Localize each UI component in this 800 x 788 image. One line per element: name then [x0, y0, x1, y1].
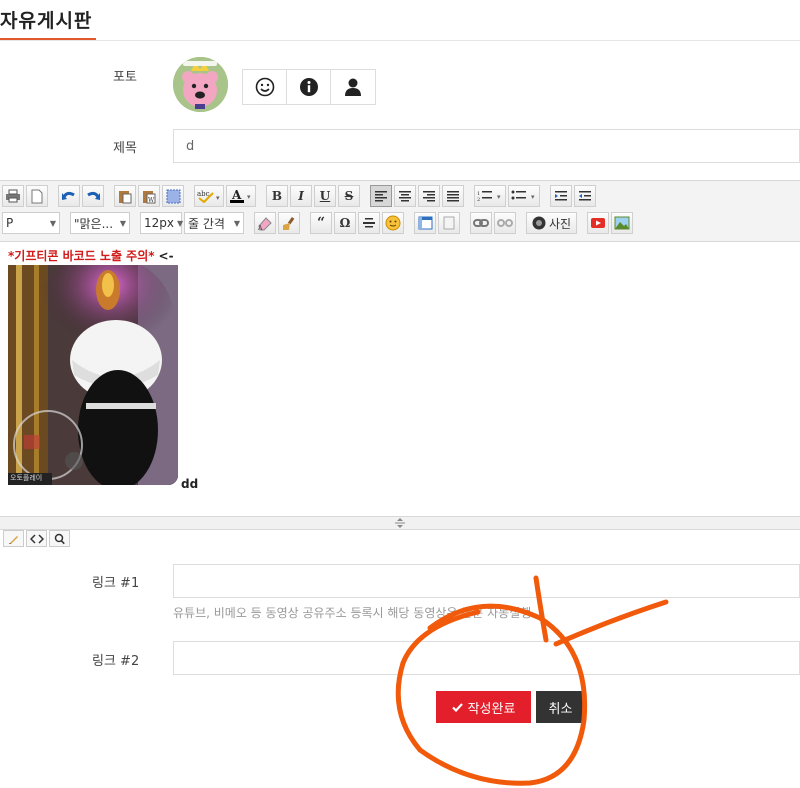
link1-input[interactable]	[173, 564, 800, 598]
resize-icon	[395, 518, 405, 528]
underline-button[interactable]: U	[314, 185, 336, 207]
chevron-down-icon: ▼	[49, 218, 56, 228]
svg-text:▾: ▾	[497, 193, 501, 201]
arrow-text: <-	[158, 249, 174, 263]
align-center-icon[interactable]	[394, 185, 416, 207]
outdent-icon[interactable]	[550, 185, 572, 207]
page-title: 자유게시판	[0, 10, 93, 32]
game-screenshot-image[interactable]: 오토플레이	[8, 265, 178, 485]
font-color-icon[interactable]: A ▾	[226, 185, 256, 207]
check-icon	[451, 702, 463, 712]
link-icon[interactable]	[470, 212, 492, 234]
special-char-button[interactable]: Ω	[334, 212, 356, 234]
profile-icon-group	[242, 69, 376, 105]
avatar[interactable]	[173, 57, 228, 112]
horizontal-rule-icon[interactable]	[358, 212, 380, 234]
ordered-list-icon[interactable]: 1 2 ▾	[474, 185, 506, 207]
italic-button[interactable]: I	[290, 185, 312, 207]
submit-button-label: 작성완료	[467, 701, 516, 717]
submit-button[interactable]: 작성완료	[436, 691, 531, 723]
align-right-icon[interactable]	[418, 185, 440, 207]
html-mode-icon[interactable]	[26, 530, 47, 547]
chevron-down-icon: ▼	[119, 218, 126, 228]
edit-mode-icon[interactable]	[3, 530, 24, 547]
font-select-value: "맑은...	[74, 216, 114, 231]
chevron-down-icon: ▼	[233, 218, 240, 228]
svg-text:▾: ▾	[531, 193, 535, 201]
svg-text:A: A	[231, 188, 242, 202]
link1-help-text: 유튜브, 비메오 등 동영상 공유주소 등록시 해당 동영상은 본문 자동실행	[173, 606, 532, 620]
bold-button[interactable]: B	[266, 185, 288, 207]
print-icon[interactable]	[2, 185, 24, 207]
body-text: dd	[181, 477, 199, 491]
divider	[0, 40, 800, 41]
camera-icon	[532, 216, 546, 230]
strike-button[interactable]: S	[338, 185, 360, 207]
photo-upload-button[interactable]: 사진	[526, 212, 578, 234]
size-select[interactable]: 12px ▼	[140, 212, 184, 234]
unlink-icon[interactable]	[494, 212, 516, 234]
format-select[interactable]: P ▼	[2, 212, 60, 234]
emoticon-icon[interactable]	[382, 212, 404, 234]
spellcheck-icon[interactable]: abc ▾	[194, 185, 224, 207]
link2-label: 링크 #2	[92, 654, 140, 669]
subject-input[interactable]: d	[173, 129, 800, 163]
youtube-icon[interactable]	[587, 212, 610, 234]
line-height-select[interactable]: 줄 간격 ▼	[184, 212, 244, 234]
link2-input[interactable]	[173, 641, 800, 675]
user-icon[interactable]	[331, 70, 375, 104]
svg-text:▾: ▾	[216, 194, 220, 202]
select-all-icon[interactable]	[162, 185, 184, 207]
preview-mode-icon[interactable]	[49, 530, 70, 547]
smile-icon[interactable]	[243, 70, 287, 104]
svg-text:2: 2	[477, 197, 480, 203]
size-select-value: 12px	[144, 216, 174, 230]
photo-upload-label: 사진	[549, 216, 572, 231]
paste-text-icon[interactable]: W	[138, 185, 160, 207]
photo-label: 포토	[113, 70, 137, 85]
chevron-down-icon: ▼	[177, 218, 184, 228]
redo-icon[interactable]	[82, 185, 104, 207]
format-brush-icon[interactable]	[278, 212, 300, 234]
font-select[interactable]: "맑은... ▼	[70, 212, 130, 234]
image-icon[interactable]	[611, 212, 634, 234]
svg-text:abc: abc	[197, 190, 210, 198]
template-icon[interactable]	[438, 212, 460, 234]
svg-text:▾: ▾	[247, 193, 251, 201]
table-icon[interactable]	[414, 212, 436, 234]
subject-label: 제목	[113, 141, 137, 156]
blockquote-button[interactable]: “	[310, 212, 332, 234]
indent-icon[interactable]	[574, 185, 596, 207]
link1-label: 링크 #1	[92, 576, 140, 591]
eraser-icon[interactable]: A	[254, 212, 276, 234]
svg-text:W: W	[148, 197, 155, 204]
undo-icon[interactable]	[58, 185, 80, 207]
editor-toolbar: W abc ▾ A ▾ B I U S 1 2 ▾ ▾ P ▼ "맑은... ▼ 12px ▼…	[0, 180, 800, 242]
align-left-icon[interactable]	[370, 185, 392, 207]
gifticon-warning: *기프티콘 바코드 노출 주의* <-	[8, 247, 174, 264]
format-select-value: P	[6, 216, 14, 230]
gifticon-warning-text: *기프티콘 바코드 노출 주의*	[8, 249, 155, 263]
new-doc-icon[interactable]	[26, 185, 48, 207]
paste-icon[interactable]	[114, 185, 136, 207]
info-icon[interactable]	[287, 70, 331, 104]
image-overlay-label: 오토플레이	[10, 474, 43, 482]
editor-mode-tabs	[3, 530, 70, 547]
line-height-select-value: 줄 간격	[188, 216, 225, 231]
cancel-button[interactable]: 취소	[536, 691, 585, 723]
bullet-list-icon[interactable]: ▾	[508, 185, 540, 207]
editor-resize-handle[interactable]	[0, 516, 800, 530]
svg-text:A: A	[257, 225, 263, 231]
align-justify-icon[interactable]	[442, 185, 464, 207]
editor-content[interactable]: *기프티콘 바코드 노출 주의* <- 오토플레이 dd	[0, 243, 800, 516]
